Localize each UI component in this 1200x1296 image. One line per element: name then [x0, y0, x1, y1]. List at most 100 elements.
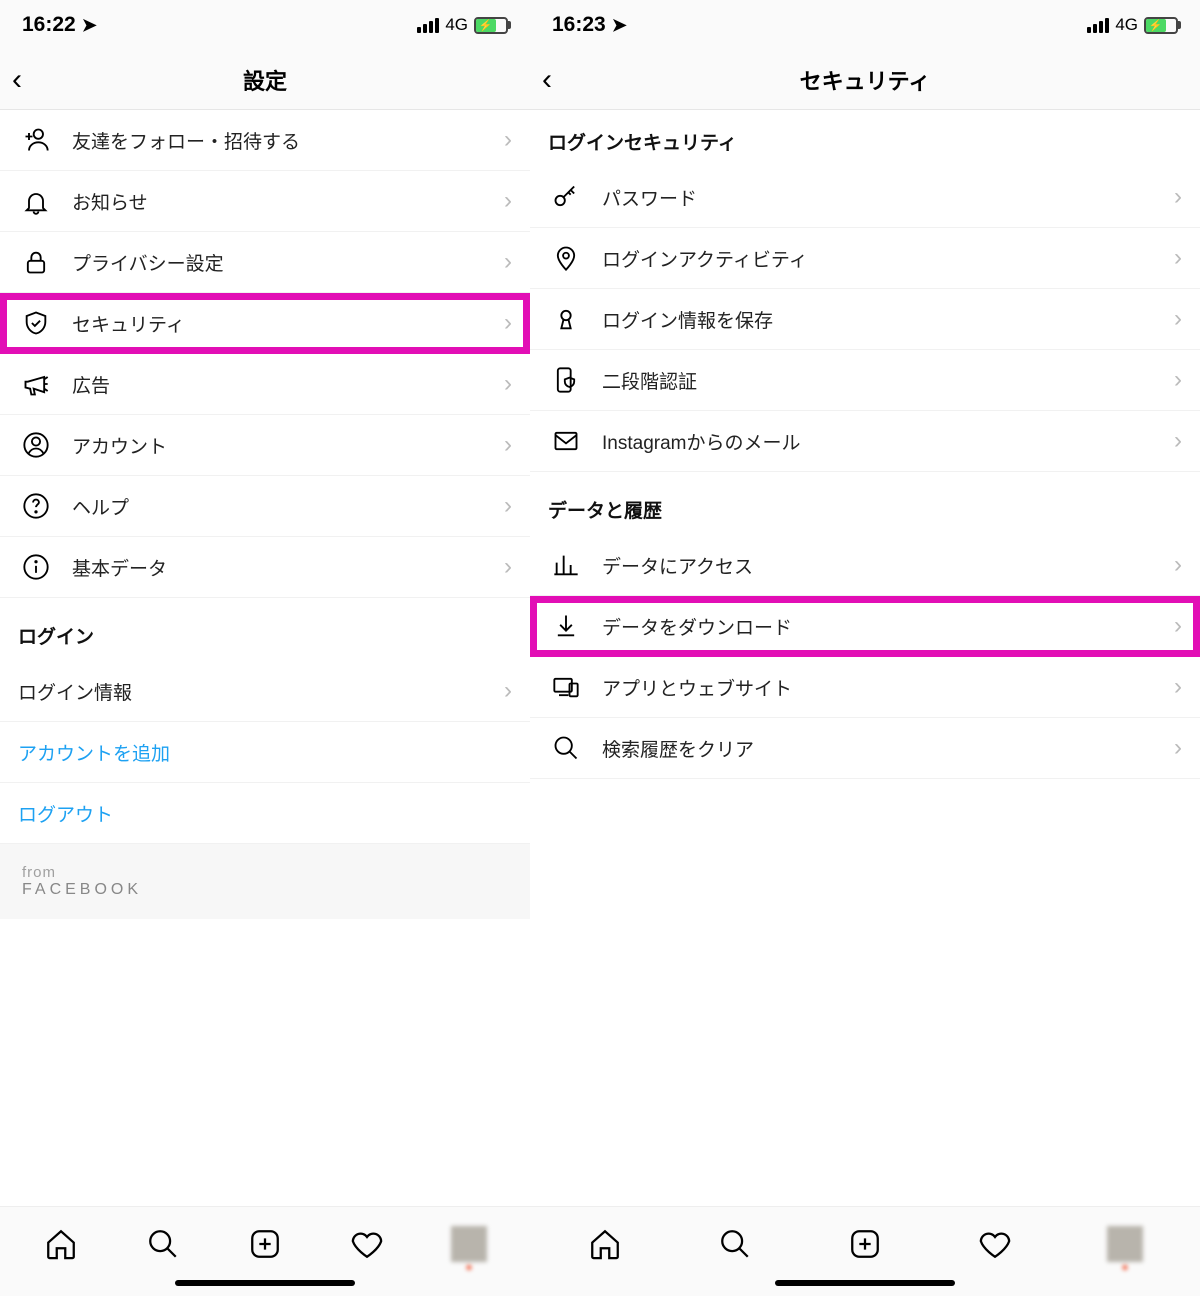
chevron-right-icon: ›	[1174, 673, 1182, 701]
row-label: ログアウト	[18, 800, 512, 827]
facebook-label: FACEBOOK	[22, 881, 508, 899]
chevron-right-icon: ›	[1174, 427, 1182, 455]
login-section-header: ログイン	[0, 598, 530, 661]
battery-icon: ⚡	[1144, 17, 1178, 34]
shield-check-icon	[18, 305, 54, 341]
phone-shield-icon	[548, 362, 584, 398]
tab-new-post[interactable]	[243, 1222, 287, 1266]
tab-home[interactable]	[583, 1222, 627, 1266]
location-arrow-icon: ➤	[612, 15, 627, 36]
network-type: 4G	[1115, 15, 1138, 35]
signal-icon	[417, 18, 439, 33]
row-label: 二段階認証	[602, 367, 1174, 394]
bar-chart-icon	[548, 547, 584, 583]
back-button[interactable]: ‹	[12, 63, 22, 97]
row-label: 広告	[72, 371, 504, 398]
row-help[interactable]: ヘルプ ›	[0, 476, 530, 537]
nav-header: ‹ セキュリティ	[530, 50, 1200, 110]
tab-search[interactable]	[141, 1222, 185, 1266]
row-saved-login[interactable]: ログイン情報を保存 ›	[530, 289, 1200, 350]
help-icon	[18, 488, 54, 524]
chevron-right-icon: ›	[504, 187, 512, 215]
row-label: ログイン情報を保存	[602, 306, 1174, 333]
row-login-info[interactable]: ログイン情報 ›	[0, 661, 530, 722]
account-icon	[18, 427, 54, 463]
megaphone-icon	[18, 366, 54, 402]
row-logout[interactable]: ログアウト	[0, 783, 530, 844]
add-person-icon	[18, 122, 54, 158]
row-label: 友達をフォロー・招待する	[72, 127, 504, 154]
row-download-data[interactable]: データをダウンロード ›	[530, 596, 1200, 657]
row-label: お知らせ	[72, 188, 504, 215]
bell-icon	[18, 183, 54, 219]
location-arrow-icon: ➤	[82, 15, 97, 36]
tab-activity[interactable]	[973, 1222, 1017, 1266]
row-label: データをダウンロード	[602, 613, 1174, 640]
row-two-factor[interactable]: 二段階認証 ›	[530, 350, 1200, 411]
chevron-right-icon: ›	[504, 492, 512, 520]
row-label: データにアクセス	[602, 552, 1174, 579]
status-bar: 16:23 ➤ 4G ⚡	[530, 0, 1200, 50]
avatar-icon	[451, 1226, 487, 1262]
download-icon	[548, 608, 584, 644]
row-add-account[interactable]: アカウントを追加	[0, 722, 530, 783]
chevron-right-icon: ›	[1174, 183, 1182, 211]
chevron-right-icon: ›	[1174, 305, 1182, 333]
chevron-right-icon: ›	[504, 126, 512, 154]
row-account[interactable]: アカウント ›	[0, 415, 530, 476]
battery-icon: ⚡	[474, 17, 508, 34]
row-label: セキュリティ	[72, 310, 504, 337]
chevron-right-icon: ›	[1174, 612, 1182, 640]
info-icon	[18, 549, 54, 585]
row-emails[interactable]: Instagramからのメール ›	[530, 411, 1200, 472]
row-label: アプリとウェブサイト	[602, 674, 1174, 701]
mail-icon	[548, 423, 584, 459]
signal-icon	[1087, 18, 1109, 33]
lock-icon	[18, 244, 54, 280]
row-apps-websites[interactable]: アプリとウェブサイト ›	[530, 657, 1200, 718]
chevron-right-icon: ›	[1174, 244, 1182, 272]
from-label: from	[22, 864, 508, 881]
nav-header: ‹ 設定	[0, 50, 530, 110]
back-button[interactable]: ‹	[542, 63, 552, 97]
location-pin-icon	[548, 240, 584, 276]
tab-profile[interactable]	[447, 1222, 491, 1266]
row-clear-search[interactable]: 検索履歴をクリア ›	[530, 718, 1200, 779]
row-password[interactable]: パスワード ›	[530, 167, 1200, 228]
row-security[interactable]: セキュリティ ›	[0, 293, 530, 354]
status-bar: 16:22 ➤ 4G ⚡	[0, 0, 530, 50]
row-privacy[interactable]: プライバシー設定 ›	[0, 232, 530, 293]
row-label: プライバシー設定	[72, 249, 504, 276]
row-label: 基本データ	[72, 554, 504, 581]
tab-activity[interactable]	[345, 1222, 389, 1266]
search-icon	[548, 730, 584, 766]
chevron-right-icon: ›	[504, 248, 512, 276]
key-icon	[548, 179, 584, 215]
row-about[interactable]: 基本データ ›	[0, 537, 530, 598]
row-label: 検索履歴をクリア	[602, 735, 1174, 762]
row-label: Instagramからのメール	[602, 428, 1174, 455]
tab-profile[interactable]	[1103, 1222, 1147, 1266]
avatar-icon	[1107, 1226, 1143, 1262]
chevron-right-icon: ›	[504, 431, 512, 459]
network-type: 4G	[445, 15, 468, 35]
login-security-header: ログインセキュリティ	[530, 110, 1200, 167]
row-label: パスワード	[602, 184, 1174, 211]
row-ads[interactable]: 広告 ›	[0, 354, 530, 415]
page-title: セキュリティ	[800, 64, 931, 96]
row-access-data[interactable]: データにアクセス ›	[530, 535, 1200, 596]
chevron-right-icon: ›	[504, 677, 512, 705]
row-login-activity[interactable]: ログインアクティビティ ›	[530, 228, 1200, 289]
chevron-right-icon: ›	[1174, 366, 1182, 394]
row-label: ログインアクティビティ	[602, 245, 1174, 272]
chevron-right-icon: ›	[1174, 734, 1182, 762]
security-list: ログインセキュリティ パスワード › ログインアクティビティ › ログイン情報を…	[530, 110, 1200, 1206]
home-indicator[interactable]	[175, 1280, 355, 1286]
row-notifications[interactable]: お知らせ ›	[0, 171, 530, 232]
row-follow-invite[interactable]: 友達をフォロー・招待する ›	[0, 110, 530, 171]
home-indicator[interactable]	[775, 1280, 955, 1286]
row-label: アカウント	[72, 432, 504, 459]
tab-home[interactable]	[39, 1222, 83, 1266]
tab-search[interactable]	[713, 1222, 757, 1266]
tab-new-post[interactable]	[843, 1222, 887, 1266]
